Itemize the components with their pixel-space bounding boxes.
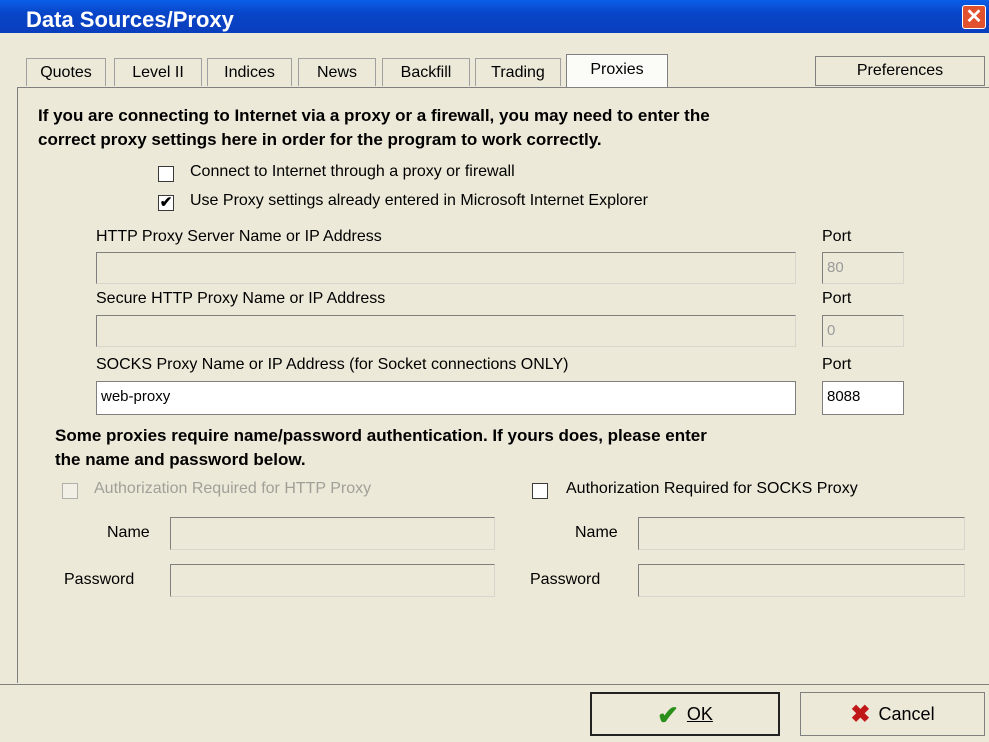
socks-auth-checkbox[interactable] — [532, 483, 548, 499]
connect-proxy-checkbox[interactable] — [158, 166, 174, 182]
socks-name-field[interactable] — [638, 517, 965, 550]
tab-proxies[interactable]: Proxies — [566, 54, 668, 88]
tab-news[interactable]: News — [298, 58, 376, 86]
http-port-field[interactable]: 80 — [822, 252, 904, 284]
http-port-label: Port — [822, 228, 852, 245]
http-password-field[interactable] — [170, 564, 495, 597]
connect-proxy-label: Connect to Internet through a proxy or f… — [190, 163, 515, 180]
socks-proxy-label: SOCKS Proxy Name or IP Address (for Sock… — [96, 356, 569, 373]
tab-backfill[interactable]: Backfill — [382, 58, 470, 86]
tab-indices[interactable]: Indices — [207, 58, 292, 86]
http-password-label: Password — [64, 571, 135, 588]
socks-proxy-field[interactable]: web-proxy — [96, 381, 796, 415]
secure-port-field[interactable]: 0 — [822, 315, 904, 347]
socks-auth-label: Authorization Required for SOCKS Proxy — [566, 480, 858, 497]
secure-proxy-label: Secure HTTP Proxy Name or IP Address — [96, 290, 386, 307]
socks-password-label: Password — [530, 571, 601, 588]
window-title: Data Sources/Proxy — [26, 7, 234, 32]
socks-port-label: Port — [822, 356, 852, 373]
tab-level-ii[interactable]: Level II — [114, 58, 202, 86]
use-ie-settings-label: Use Proxy settings already entered in Mi… — [190, 192, 648, 209]
cancel-button[interactable]: ✖ Cancel — [800, 692, 985, 736]
http-proxy-label: HTTP Proxy Server Name or IP Address — [96, 228, 382, 245]
tab-quotes[interactable]: Quotes — [26, 58, 106, 86]
http-name-field[interactable] — [170, 517, 495, 550]
use-ie-settings-checkbox[interactable]: ✔ — [158, 195, 174, 211]
checkmark-icon: ✔ — [657, 700, 679, 731]
intro-text-2: correct proxy settings here in order for… — [38, 130, 602, 149]
close-icon[interactable]: ✕ — [962, 5, 986, 29]
cancel-label: Cancel — [878, 704, 935, 724]
ok-label: OK — [686, 704, 713, 724]
auth-text-1: Some proxies require name/password authe… — [55, 426, 707, 445]
ok-button[interactable]: ✔ OK — [590, 692, 780, 736]
http-proxy-field[interactable] — [96, 252, 796, 284]
secure-port-label: Port — [822, 290, 852, 307]
auth-text-2: the name and password below. — [55, 450, 306, 469]
secure-proxy-field[interactable] — [96, 315, 796, 347]
socks-name-label: Name — [575, 524, 618, 541]
socks-password-field[interactable] — [638, 564, 965, 597]
http-auth-label: Authorization Required for HTTP Proxy — [94, 480, 372, 497]
cross-icon: ✖ — [850, 701, 871, 729]
http-auth-checkbox[interactable] — [62, 483, 78, 499]
intro-text-1: If you are connecting to Internet via a … — [38, 106, 710, 125]
http-name-label: Name — [107, 524, 150, 541]
tab-trading[interactable]: Trading — [475, 58, 561, 86]
preferences-button[interactable]: Preferences — [815, 56, 985, 86]
socks-port-field[interactable]: 8088 — [822, 381, 904, 415]
title-bar: Data Sources/Proxy ✕ — [0, 0, 989, 33]
